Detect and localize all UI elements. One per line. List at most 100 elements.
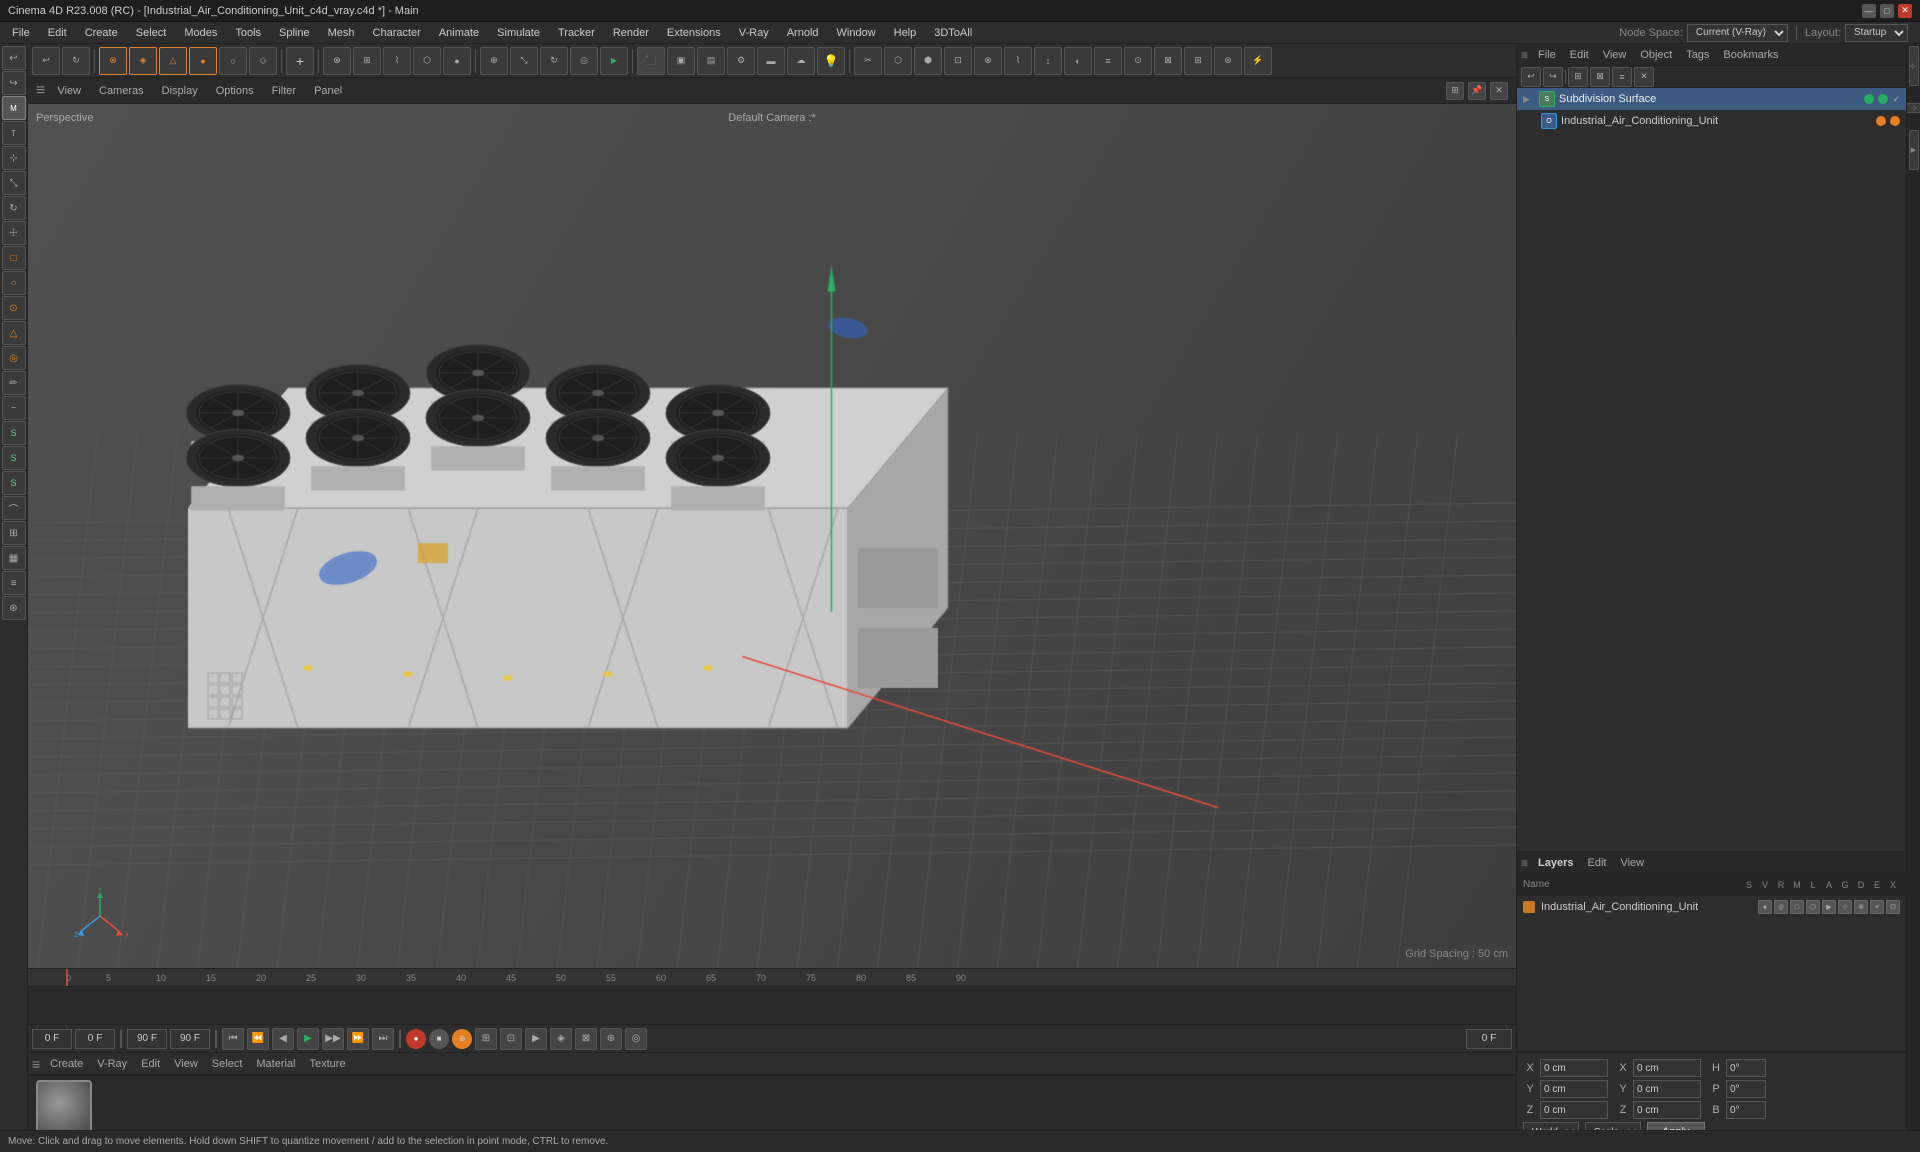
menu-select[interactable]: Select [128, 25, 175, 41]
weld-btn[interactable]: ⊗ [974, 47, 1002, 75]
s-button-2[interactable]: S [2, 446, 26, 470]
mat-tab-material[interactable]: Material [252, 1056, 299, 1072]
current-frame-input-1[interactable] [32, 1029, 72, 1049]
menu-window[interactable]: Window [829, 25, 884, 41]
menu-animate[interactable]: Animate [431, 25, 487, 41]
rect-sel-button[interactable]: ⊞ [353, 47, 381, 75]
bevel-btn[interactable]: ⬢ [914, 47, 942, 75]
menu-tools[interactable]: Tools [227, 25, 269, 41]
add-button[interactable]: + [286, 47, 314, 75]
menu-character[interactable]: Character [365, 25, 429, 41]
menu-spline[interactable]: Spline [271, 25, 318, 41]
menu-create[interactable]: Create [77, 25, 126, 41]
obj-icon-5[interactable]: ≡ [1612, 67, 1632, 87]
go-end-button[interactable]: ⏭ [372, 1028, 394, 1050]
strip-btn-1[interactable]: ⊹ [1909, 46, 1919, 86]
layer-action-0-7[interactable]: ≡ [1870, 900, 1884, 914]
end-frame-input-1[interactable] [127, 1029, 167, 1049]
prev-key-button[interactable]: ⏪ [247, 1028, 269, 1050]
close-button[interactable]: ✕ [1898, 4, 1912, 18]
coord-z-rot-input[interactable] [1633, 1101, 1701, 1119]
vp-tab-cameras[interactable]: Cameras [93, 83, 150, 99]
obj-row-subdiv[interactable]: ▶ S Subdivision Surface ✓ [1517, 88, 1906, 110]
lasso-sel-button[interactable]: ⌇ [383, 47, 411, 75]
sky-btn[interactable]: ☁ [787, 47, 815, 75]
obj-row-industrial[interactable]: O Industrial_Air_Conditioning_Unit [1517, 110, 1906, 132]
align-btn[interactable]: ≡ [1094, 47, 1122, 75]
layout-dropdown[interactable]: Startup [1845, 24, 1908, 42]
frame-display[interactable] [1466, 1029, 1512, 1049]
mode-obj-button[interactable]: ○ [219, 47, 247, 75]
menu-file[interactable]: File [4, 25, 38, 41]
timeline-extra-2-button[interactable]: ◎ [625, 1028, 647, 1050]
layer-action-0-5[interactable]: ⊹ [1838, 900, 1852, 914]
timeline-track[interactable] [28, 987, 1516, 1024]
vp-pin-btn[interactable]: 📌 [1468, 82, 1486, 100]
torus-button[interactable]: ◎ [2, 346, 26, 370]
rotate-tool-button[interactable]: ↻ [2, 196, 26, 220]
mat-tab-create[interactable]: Create [46, 1056, 87, 1072]
mode-joint-button[interactable]: ◇ [249, 47, 277, 75]
record-button[interactable]: ● [406, 1029, 426, 1049]
vp-tab-panel[interactable]: Panel [308, 83, 348, 99]
live-select-button[interactable]: ↻ [62, 47, 90, 75]
layer-row-0[interactable]: Industrial_Air_Conditioning_Unit ● ◎ □ ⬡… [1517, 896, 1906, 918]
coord-z-input[interactable] [1540, 1101, 1608, 1119]
phong-btn[interactable]: ◐ [1064, 47, 1092, 75]
mode-point-button[interactable]: ● [189, 47, 217, 75]
vp-tab-options[interactable]: Options [210, 83, 260, 99]
obj-tab-file[interactable]: File [1534, 47, 1560, 63]
layer-action-0-3[interactable]: ⬡ [1806, 900, 1820, 914]
magnet-btn-2[interactable]: ⊙ [1124, 47, 1152, 75]
layers-tab-view[interactable]: View [1616, 855, 1648, 871]
rotate-btn[interactable]: ↻ [540, 47, 568, 75]
timeline-extra-button[interactable]: ⊕ [600, 1028, 622, 1050]
menu-arnold[interactable]: Arnold [779, 25, 827, 41]
coord-p-input[interactable] [1726, 1080, 1766, 1098]
motion-button[interactable]: ⊡ [500, 1028, 522, 1050]
menu-tracker[interactable]: Tracker [550, 25, 603, 41]
render-settings-btn[interactable]: ⚙ [727, 47, 755, 75]
obj-icon-3[interactable]: ⊞ [1568, 67, 1588, 87]
maximize-button[interactable]: □ [1880, 4, 1894, 18]
info-btn[interactable]: ⚡ [1244, 47, 1272, 75]
cone-button[interactable]: △ [2, 321, 26, 345]
mode-model-button[interactable]: ⊗ [99, 47, 127, 75]
magnet-button[interactable]: ⊛ [2, 596, 26, 620]
coord-y-input[interactable] [1540, 1080, 1608, 1098]
vp-tab-view[interactable]: View [51, 83, 87, 99]
obj-icon-1[interactable]: ↩ [1521, 67, 1541, 87]
transform-button[interactable]: ☩ [2, 221, 26, 245]
coord-h-input[interactable] [1726, 1059, 1766, 1077]
node-space-dropdown[interactable]: Current (V-Ray) [1687, 24, 1788, 42]
coord-y-rot-input[interactable] [1633, 1080, 1701, 1098]
param-button[interactable]: ▶ [525, 1028, 547, 1050]
mode-edge-button[interactable]: △ [159, 47, 187, 75]
obj-tab-view[interactable]: View [1599, 47, 1631, 63]
s-button-3[interactable]: S [2, 471, 26, 495]
strip-btn-3[interactable]: ▶ [1909, 130, 1919, 170]
layer-action-0-1[interactable]: ◎ [1774, 900, 1788, 914]
obj-tab-bookmarks[interactable]: Bookmarks [1719, 47, 1782, 63]
text-button[interactable]: S [2, 421, 26, 445]
model-mode-button[interactable]: M [2, 96, 26, 120]
sphere-button[interactable]: ○ [2, 271, 26, 295]
menu-edit[interactable]: Edit [40, 25, 75, 41]
obj-tab-tags[interactable]: Tags [1682, 47, 1713, 63]
layers-tab-edit[interactable]: Edit [1584, 855, 1611, 871]
select-all-button[interactable]: ↩ [32, 47, 60, 75]
strip-btn-2[interactable]: ⊹ [1906, 103, 1920, 113]
menu-simulate[interactable]: Simulate [489, 25, 548, 41]
pen-tool-button[interactable]: ✏ [2, 371, 26, 395]
move-btn[interactable]: ⊕ [480, 47, 508, 75]
knife-btn[interactable]: ✂ [854, 47, 882, 75]
go-start-button[interactable]: ⏮ [222, 1028, 244, 1050]
play-button[interactable]: ▶ [297, 1028, 319, 1050]
grid-button[interactable]: ⊞ [2, 521, 26, 545]
mode-poly-button[interactable]: ◈ [129, 47, 157, 75]
material-thumb-0[interactable] [36, 1080, 92, 1136]
timeline-mode-button[interactable]: ⊠ [575, 1028, 597, 1050]
menu-extensions[interactable]: Extensions [659, 25, 729, 41]
layer-action-0-2[interactable]: □ [1790, 900, 1804, 914]
no-sel-button[interactable]: ⊗ [323, 47, 351, 75]
